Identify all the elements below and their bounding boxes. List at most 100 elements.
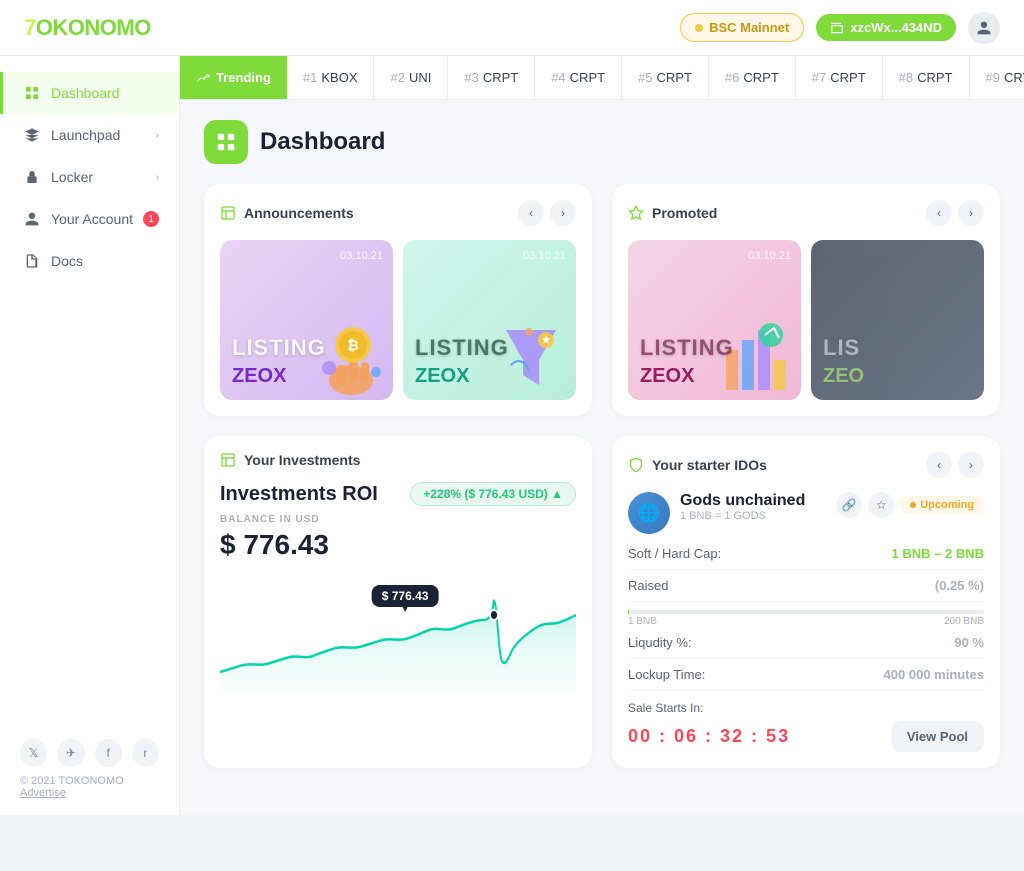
ticker-item-1[interactable]: #1 KBOX (287, 56, 375, 100)
reddit-icon[interactable]: r (132, 739, 159, 767)
invest-roi-badge: +228% ($ 776.43 USD) ▲ (410, 482, 576, 506)
announcements-header: Announcements ‹ › (220, 200, 576, 226)
announce-card-1[interactable]: 03.10.21 LISTING ZEOX (220, 240, 393, 400)
network-button[interactable]: BSC Mainnet (680, 13, 804, 42)
copyright-text: © 2021 TOKONOMO (20, 775, 159, 787)
ido-raised-label: Raised (628, 578, 668, 593)
announce-listing-1: LISTING (232, 335, 381, 361)
page-title: Dashboard (260, 128, 385, 156)
ido-section-title: Your starter IDOs (652, 457, 767, 473)
countdown-row: 00 : 06 : 32 : 53 View Pool (628, 721, 984, 752)
investments-icon (220, 452, 236, 468)
ticker-items: #1 KBOX #2 UNI #3 CRPT #4 CRPT #5 CRPT #… (287, 56, 1024, 100)
sidebar-footer: 𝕏 ✈ f r © 2021 TOKONOMO Advertise (0, 723, 179, 815)
dashboard-header: Dashboard (204, 120, 1000, 164)
promoted-card-2[interactable]: LIS ZEO (811, 240, 984, 400)
announce-listing-2: LISTING (415, 335, 564, 361)
ido-lockup-label: Lockup Time: (628, 667, 705, 682)
countdown-label: Sale Starts In: (628, 701, 984, 715)
top-navigation: 7OKONOMO BSC Mainnet xzcWx...434ND (0, 0, 1024, 56)
ticker-item-5[interactable]: #5 CRPT (622, 56, 709, 100)
promoted-prev[interactable]: ‹ (926, 200, 952, 226)
twitter-icon[interactable]: 𝕏 (20, 739, 47, 767)
bottom-row: Your Investments Investments ROI +228% (… (204, 436, 1000, 768)
sidebar-label-locker: Locker (51, 169, 93, 185)
sidebar-label-launchpad: Launchpad (51, 127, 120, 143)
ticker-item-9[interactable]: #9 CRYP (970, 56, 1024, 100)
telegram-icon[interactable]: ✈ (57, 739, 84, 767)
announcements-section: Announcements ‹ › 03.10.21 LISTING ZE (204, 184, 592, 416)
promoted-header: Promoted ‹ › (628, 200, 984, 226)
progress-labels: 1 BNB 200 BNB (628, 616, 984, 627)
ticker-item-3[interactable]: #3 CRPT (448, 56, 535, 100)
ticker-item-6[interactable]: #6 CRPT (709, 56, 796, 100)
network-label: BSC Mainnet (709, 20, 789, 35)
sidebar: Dashboard Launchpad › Locker › Your Acco… (0, 56, 180, 815)
sidebar-arrow-locker: › (156, 172, 159, 183)
ido-cap-row: Soft / Hard Cap: 1 BNB – 2 BNB (628, 546, 984, 570)
account-badge: 1 (143, 211, 159, 227)
promoted-listing-2: LIS (823, 335, 972, 361)
upcoming-dot (910, 502, 916, 508)
locker-icon (23, 168, 41, 186)
ticker-item-7[interactable]: #7 CRPT (796, 56, 883, 100)
promoted-title: Promoted (652, 205, 717, 221)
promoted-grid: 03.10.21 LISTING ZEOX (628, 240, 984, 400)
ido-next[interactable]: › (958, 452, 984, 478)
sidebar-item-docs[interactable]: Docs (0, 240, 179, 282)
promoted-section: Promoted ‹ › 03.10.21 LISTING ZEOX (612, 184, 1000, 416)
promoted-listing-1: LISTING (640, 335, 789, 361)
chart-tooltip: $ 776.43 (372, 585, 439, 607)
announcements-prev[interactable]: ‹ (518, 200, 544, 226)
promoted-date-1: 03.10.21 (748, 250, 791, 262)
ticker-item-8[interactable]: #8 CRPT (883, 56, 970, 100)
sidebar-item-launchpad[interactable]: Launchpad › (0, 114, 179, 156)
top-row: Announcements ‹ › 03.10.21 LISTING ZE (204, 184, 1000, 416)
advertise-link[interactable]: Advertise (20, 787, 159, 799)
announce-brand-1: ZEOX (232, 365, 381, 388)
ido-cap-label: Soft / Hard Cap: (628, 546, 721, 561)
ido-liquidity-label: Liqudity %: (628, 635, 692, 650)
ido-lockup-value: 400 000 minutes (884, 667, 984, 682)
ido-section-header: Your starter IDOs ‹ › (628, 452, 984, 478)
invest-roi-title: Investments ROI (220, 483, 378, 506)
sidebar-label-docs: Docs (51, 253, 83, 269)
ido-project-info: 🌐 Gods unchained 1 BNB = 1 GODS 🔗 ☆ Upco… (628, 492, 984, 534)
dashboard-page-icon (204, 120, 248, 164)
sidebar-item-dashboard[interactable]: Dashboard (0, 72, 179, 114)
ido-prev[interactable]: ‹ (926, 452, 952, 478)
sidebar-label-account: Your Account (51, 211, 133, 227)
promoted-next[interactable]: › (958, 200, 984, 226)
upcoming-badge: Upcoming (900, 496, 984, 514)
ido-lockup-row: Lockup Time: 400 000 minutes (628, 667, 984, 691)
facebook-icon[interactable]: f (95, 739, 122, 767)
ticker-item-2[interactable]: #2 UNI (374, 56, 448, 100)
ticker-item-4[interactable]: #4 CRPT (535, 56, 622, 100)
ido-liquidity-row: Liqudity %: 90 % (628, 635, 984, 659)
sidebar-item-your-account[interactable]: Your Account 1 (0, 198, 179, 240)
balance-value: $ 776.43 (220, 529, 576, 561)
balance-label: BALANCE IN USD (220, 514, 576, 525)
dashboard-body: Dashboard Announcements ‹ › (180, 100, 1024, 788)
ido-project-name: Gods unchained (680, 492, 826, 510)
ido-link-button[interactable]: 🔗 (836, 492, 862, 518)
ido-raised-value: (0.25 %) (935, 578, 984, 593)
wallet-icon (830, 21, 844, 35)
promoted-nav: ‹ › (926, 200, 984, 226)
ido-star-button[interactable]: ☆ (868, 492, 894, 518)
wallet-button[interactable]: xzcWx...434ND (816, 14, 956, 41)
user-icon-button[interactable] (968, 12, 1000, 44)
promoted-card-1[interactable]: 03.10.21 LISTING ZEOX (628, 240, 801, 400)
ido-cap-value: 1 BNB – 2 BNB (892, 546, 984, 561)
sidebar-arrow-launchpad: › (156, 130, 159, 141)
ido-liquidity-value: 90 % (954, 635, 984, 650)
docs-icon (23, 252, 41, 270)
view-pool-button[interactable]: View Pool (891, 721, 984, 752)
announce-card-2[interactable]: 03.10.21 LISTING ZEOX (403, 240, 576, 400)
progress-max: 200 BNB (944, 616, 984, 627)
logo: 7OKONOMO (24, 15, 151, 41)
promoted-brand-1: ZEOX (640, 365, 789, 388)
sidebar-item-locker[interactable]: Locker › (0, 156, 179, 198)
announce-date-1: 03.10.21 (340, 250, 383, 262)
announcements-next[interactable]: › (550, 200, 576, 226)
